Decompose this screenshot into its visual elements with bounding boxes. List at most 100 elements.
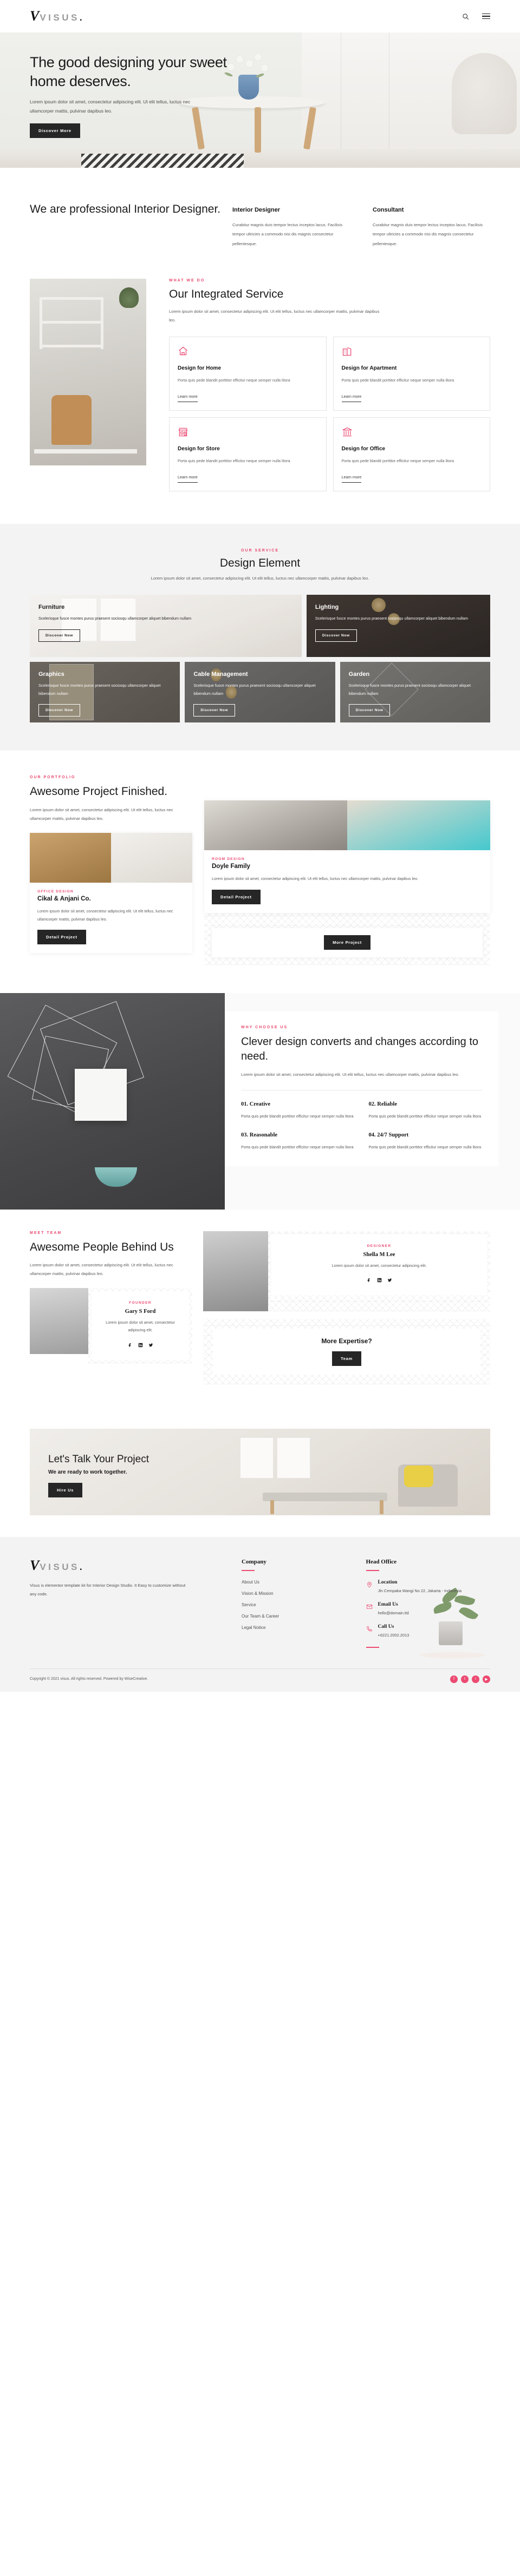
team-button[interactable]: Team [332,1351,361,1366]
hamburger-menu-icon[interactable] [482,13,490,19]
contact-label: Email Us [378,1601,398,1607]
why-item-title: 03. Reasonable [241,1132,278,1138]
facebook-icon[interactable] [367,1276,372,1285]
element-discover-now-button[interactable]: Discover Now [348,704,391,717]
site-footer: V VISUS . Visus is elementor template ki… [0,1536,520,1692]
facebook-icon[interactable]: f [450,1675,458,1683]
contact-label: Call Us [378,1624,394,1630]
design-element-header: OUR SERVICE Design Element Lorem ipsum d… [0,549,520,581]
integrated-service-section: WHAT WE DO Our Integrated Service Lorem … [0,279,520,524]
footer-office-column: Head Office Location Jln Cempaka Wangi N… [366,1559,491,1657]
professional-column-interior-designer: Interior Designer Curabitur magnis duis … [232,207,350,248]
service-title: Our Integrated Service [169,288,284,301]
divider [366,1569,379,1571]
service-lead: Lorem ipsum dolor sit amet, consectetur … [169,309,380,323]
service-card-apartment[interactable]: Design for Apartment Porta quis pede bla… [333,337,490,411]
portfolio-tag: ROOM DESIGN [212,857,245,862]
element-discover-now-button[interactable]: Discover Now [315,629,357,642]
envelope-icon [366,1603,373,1616]
cta-banner: Let's Talk Your Project We are ready to … [30,1428,490,1515]
cta-title: Let's Talk Your Project [48,1453,150,1465]
twitter-icon[interactable] [148,1340,153,1350]
team-lead: Lorem ipsum dolor sit amet, consectetur … [30,1262,173,1276]
instagram-icon[interactable]: i [472,1675,479,1683]
column-text: Curabitur magnis duis tempor lectus ince… [232,222,343,246]
learn-more-link[interactable]: Learn more [178,475,198,483]
learn-more-link[interactable]: Learn more [341,394,362,403]
avatar [203,1231,268,1311]
element-discover-now-button[interactable]: Discover Now [38,629,80,642]
learn-more-link[interactable]: Learn more [178,394,198,403]
youtube-icon[interactable]: ▶ [483,1675,490,1683]
element-discover-now-button[interactable]: Discover Now [193,704,236,717]
hero-discover-more-button[interactable]: Discover More [30,123,80,139]
element-card-lighting[interactable]: Lighting Scelerisque fusce montes purus … [306,595,490,658]
hire-us-button[interactable]: Hire Us [48,1482,83,1497]
why-item-reliable: 02. Reliable Porta quis pede blandit por… [369,1101,483,1120]
element-card-furniture[interactable]: Furniture Scelerisque fusce montes purus… [30,595,302,658]
professional-section: We are professional Interior Designer. I… [0,168,520,279]
member-name: Gary S Ford [125,1308,156,1315]
element-card-graphics[interactable]: Graphics Scelerisque fusce montes purus … [30,662,180,723]
logo[interactable]: V VISUS . [30,9,82,23]
footer-socials: f t i ▶ [450,1675,490,1683]
contact-value[interactable]: +6221.2002.2013 [378,1632,410,1639]
why-item-text: Porta quis pede blandit porttitor effici… [241,1144,354,1149]
facebook-icon[interactable] [128,1340,133,1350]
twitter-icon[interactable] [387,1276,392,1285]
footer-link-team-career[interactable]: Our Team & Career [242,1614,366,1619]
footer-link-vision-mission[interactable]: Vision & Mission [242,1591,366,1596]
element-discover-now-button[interactable]: Discover Now [38,704,80,717]
contact-value[interactable]: hello@domain.tld [378,1609,409,1616]
why-item-title: 01. Creative [241,1101,271,1107]
portfolio-card-title: Doyle Family [212,863,250,870]
service-body: WHAT WE DO Our Integrated Service Lorem … [146,279,490,492]
search-icon[interactable] [462,13,469,20]
footer-link-service[interactable]: Service [242,1602,366,1607]
detail-project-button[interactable]: Detail Project [37,929,86,944]
learn-more-link[interactable]: Learn more [341,475,362,483]
element-card-text: Scelerisque fusce montes purus praesent … [315,616,468,621]
footer-link-about-us[interactable]: About Us [242,1580,366,1585]
footer-logo[interactable]: V VISUS . [30,1558,242,1573]
element-card-cable-management[interactable]: Cable Management Scelerisque fusce monte… [185,662,335,723]
linkedin-icon[interactable] [377,1276,382,1285]
footer-company-column: Company About Us Vision & Mission Servic… [242,1559,366,1657]
member-role: DESIGNER [367,1244,392,1248]
member-socials [279,1276,479,1285]
footer-company-title: Company [242,1558,266,1565]
cta-section: Let's Talk Your Project We are ready to … [0,1410,520,1537]
team-member-designer[interactable]: DESIGNER Shella M Lee Lorem ipsum dolor … [203,1231,490,1311]
copyright-text: Copyright © 2021 visus. All rights reser… [30,1677,148,1681]
why-items-grid: 01. Creative Porta quis pede blandit por… [241,1101,482,1151]
hero-title: The good designing your sweet home deser… [30,54,227,89]
portfolio-eyebrow: OUR PORTFOLIO [30,776,76,780]
service-card-title: Design for Store [178,446,220,452]
service-card-home[interactable]: Design for Home Porta quis pede blandit … [169,337,327,411]
landing-page: V VISUS . The good designing your sweet … [0,0,520,1692]
linkedin-icon[interactable] [138,1340,143,1350]
store-icon [178,426,318,440]
portfolio-lead: Lorem ipsum dolor sit amet, consectetur … [30,807,173,821]
portfolio-card-text: Lorem ipsum dolor sit amet, consectetur … [37,908,173,922]
service-card-office[interactable]: Design for Office Porta quis pede blandi… [333,417,490,492]
element-card-garden[interactable]: Garden Scelerisque fusce montes purus pr… [340,662,490,723]
footer-link-legal-notice[interactable]: Legal Notice [242,1625,366,1630]
more-project-button[interactable]: More Project [324,935,370,950]
service-card-grid: Design for Home Porta quis pede blandit … [169,337,490,492]
service-card-store[interactable]: Design for Store Porta quis pede blandit… [169,417,327,492]
element-eyebrow: OUR SERVICE [240,549,280,553]
professional-heading: We are professional Interior Designer. [30,203,221,215]
why-item-text: Porta quis pede blandit porttitor effici… [368,1113,482,1119]
team-right-column: DESIGNER Shella M Lee Lorem ipsum dolor … [203,1231,490,1384]
divider [242,1569,255,1571]
why-item-creative: 01. Creative Porta quis pede blandit por… [241,1101,355,1120]
portfolio-card-office[interactable]: OFFICE DESIGN Cikal & Anjani Co. Lorem i… [30,832,192,953]
portfolio-more-pattern: More Project [204,913,490,965]
member-text: Lorem ipsum dolor sit amet, consectetur … [106,1319,175,1333]
team-section: MEET TEAM Awesome People Behind Us Lorem… [0,1209,520,1410]
detail-project-button[interactable]: Detail Project [212,889,261,904]
portfolio-card-room[interactable]: ROOM DESIGN Doyle Family Lorem ipsum dol… [204,800,490,913]
team-member-founder[interactable]: FOUNDER Gary S Ford Lorem ipsum dolor si… [30,1287,192,1363]
twitter-icon[interactable]: t [461,1675,469,1683]
